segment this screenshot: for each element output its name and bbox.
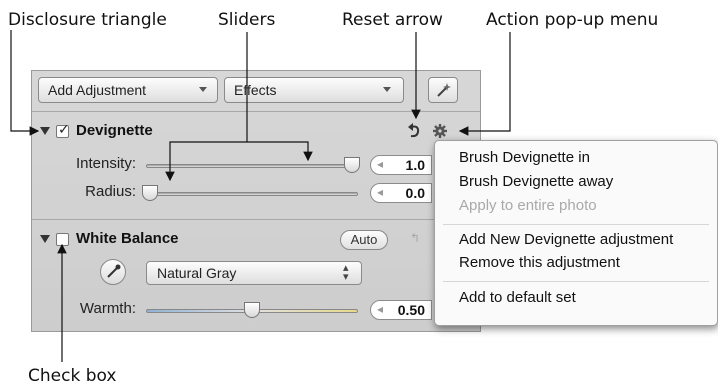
devignette-title: Devignette [76, 122, 153, 139]
menu-item-add-to-default-set[interactable]: Add to default set [459, 289, 576, 306]
effects-popup[interactable]: Effects [224, 77, 404, 103]
intensity-value-field[interactable]: ◂ 1.0 [370, 155, 432, 175]
intensity-label: Intensity: [75, 155, 136, 172]
add-adjustment-label: Add Adjustment [48, 82, 147, 98]
menu-item-brush-away[interactable]: Brush Devignette away [459, 173, 613, 190]
add-adjustment-popup[interactable]: Add Adjustment [38, 77, 218, 103]
decrement-icon[interactable]: ◂ [377, 185, 383, 199]
auto-label: Auto [350, 232, 378, 247]
devignette-checkbox[interactable]: ✓ [56, 122, 70, 138]
decrement-icon[interactable]: ◂ [377, 302, 383, 316]
wand-sparkle-icon [437, 83, 451, 97]
effects-label: Effects [234, 82, 277, 98]
callout-check-box: Check box [28, 366, 117, 386]
radius-slider-knob[interactable] [142, 185, 158, 201]
action-popup-menu: Brush Devignette in Brush Devignette awa… [434, 140, 718, 326]
menu-separator [443, 281, 709, 282]
reset-arrow-icon[interactable] [408, 123, 422, 139]
callout-sliders: Sliders [218, 10, 276, 30]
gear-icon[interactable] [433, 124, 447, 138]
callout-disclosure-triangle: Disclosure triangle [8, 10, 167, 30]
menu-item-add-new-adjustment[interactable]: Add New Devignette adjustment [459, 231, 673, 248]
warmth-value: 0.50 [397, 302, 425, 318]
checkmark-icon: ✓ [58, 122, 70, 138]
warmth-slider-knob[interactable] [244, 302, 260, 318]
preset-label: Natural Gray [157, 265, 237, 281]
section-divider [32, 219, 480, 220]
white-balance-preset-popup[interactable]: Natural Gray ▴ ▾ [146, 261, 362, 285]
menu-item-apply-entire-photo: Apply to entire photo [459, 197, 597, 214]
white-balance-checkbox[interactable] [56, 233, 69, 246]
section-divider [32, 111, 480, 112]
callout-action-popup-menu: Action pop-up menu [486, 10, 659, 30]
radius-label: Radius: [85, 183, 136, 200]
disclosure-triangle-white-balance[interactable] [40, 235, 50, 243]
eyedropper-button[interactable] [100, 259, 126, 285]
radius-value-field[interactable]: ◂ 0.0 [370, 183, 432, 203]
radius-value: 0.0 [405, 185, 425, 201]
menu-separator [443, 224, 709, 225]
intensity-slider-knob[interactable] [344, 157, 360, 173]
warmth-value-field[interactable]: ◂ 0.50 [370, 300, 432, 320]
updown-chevron-icon: ▴ ▾ [343, 262, 349, 283]
auto-button[interactable]: Auto [340, 230, 388, 250]
warmth-label: Warmth: [79, 300, 136, 317]
chevron-down-icon [199, 87, 207, 92]
menu-item-remove-adjustment[interactable]: Remove this adjustment [459, 254, 620, 271]
quick-fix-button[interactable] [428, 77, 458, 103]
radius-slider-track[interactable] [146, 192, 358, 196]
disclosure-triangle-devignette[interactable] [40, 127, 50, 135]
chevron-down-icon [383, 87, 391, 92]
adjustments-panel: Add Adjustment Effects ✓ Devignette Inte… [31, 70, 481, 332]
reset-arrow-icon-disabled: ↰ [410, 231, 421, 245]
menu-item-brush-in[interactable]: Brush Devignette in [459, 149, 590, 166]
intensity-value: 1.0 [405, 157, 425, 173]
eyedropper-icon [107, 264, 121, 278]
decrement-icon[interactable]: ◂ [377, 157, 383, 171]
white-balance-title: White Balance [76, 230, 179, 247]
callout-reset-arrow: Reset arrow [342, 10, 443, 30]
intensity-slider-track[interactable] [146, 164, 358, 168]
